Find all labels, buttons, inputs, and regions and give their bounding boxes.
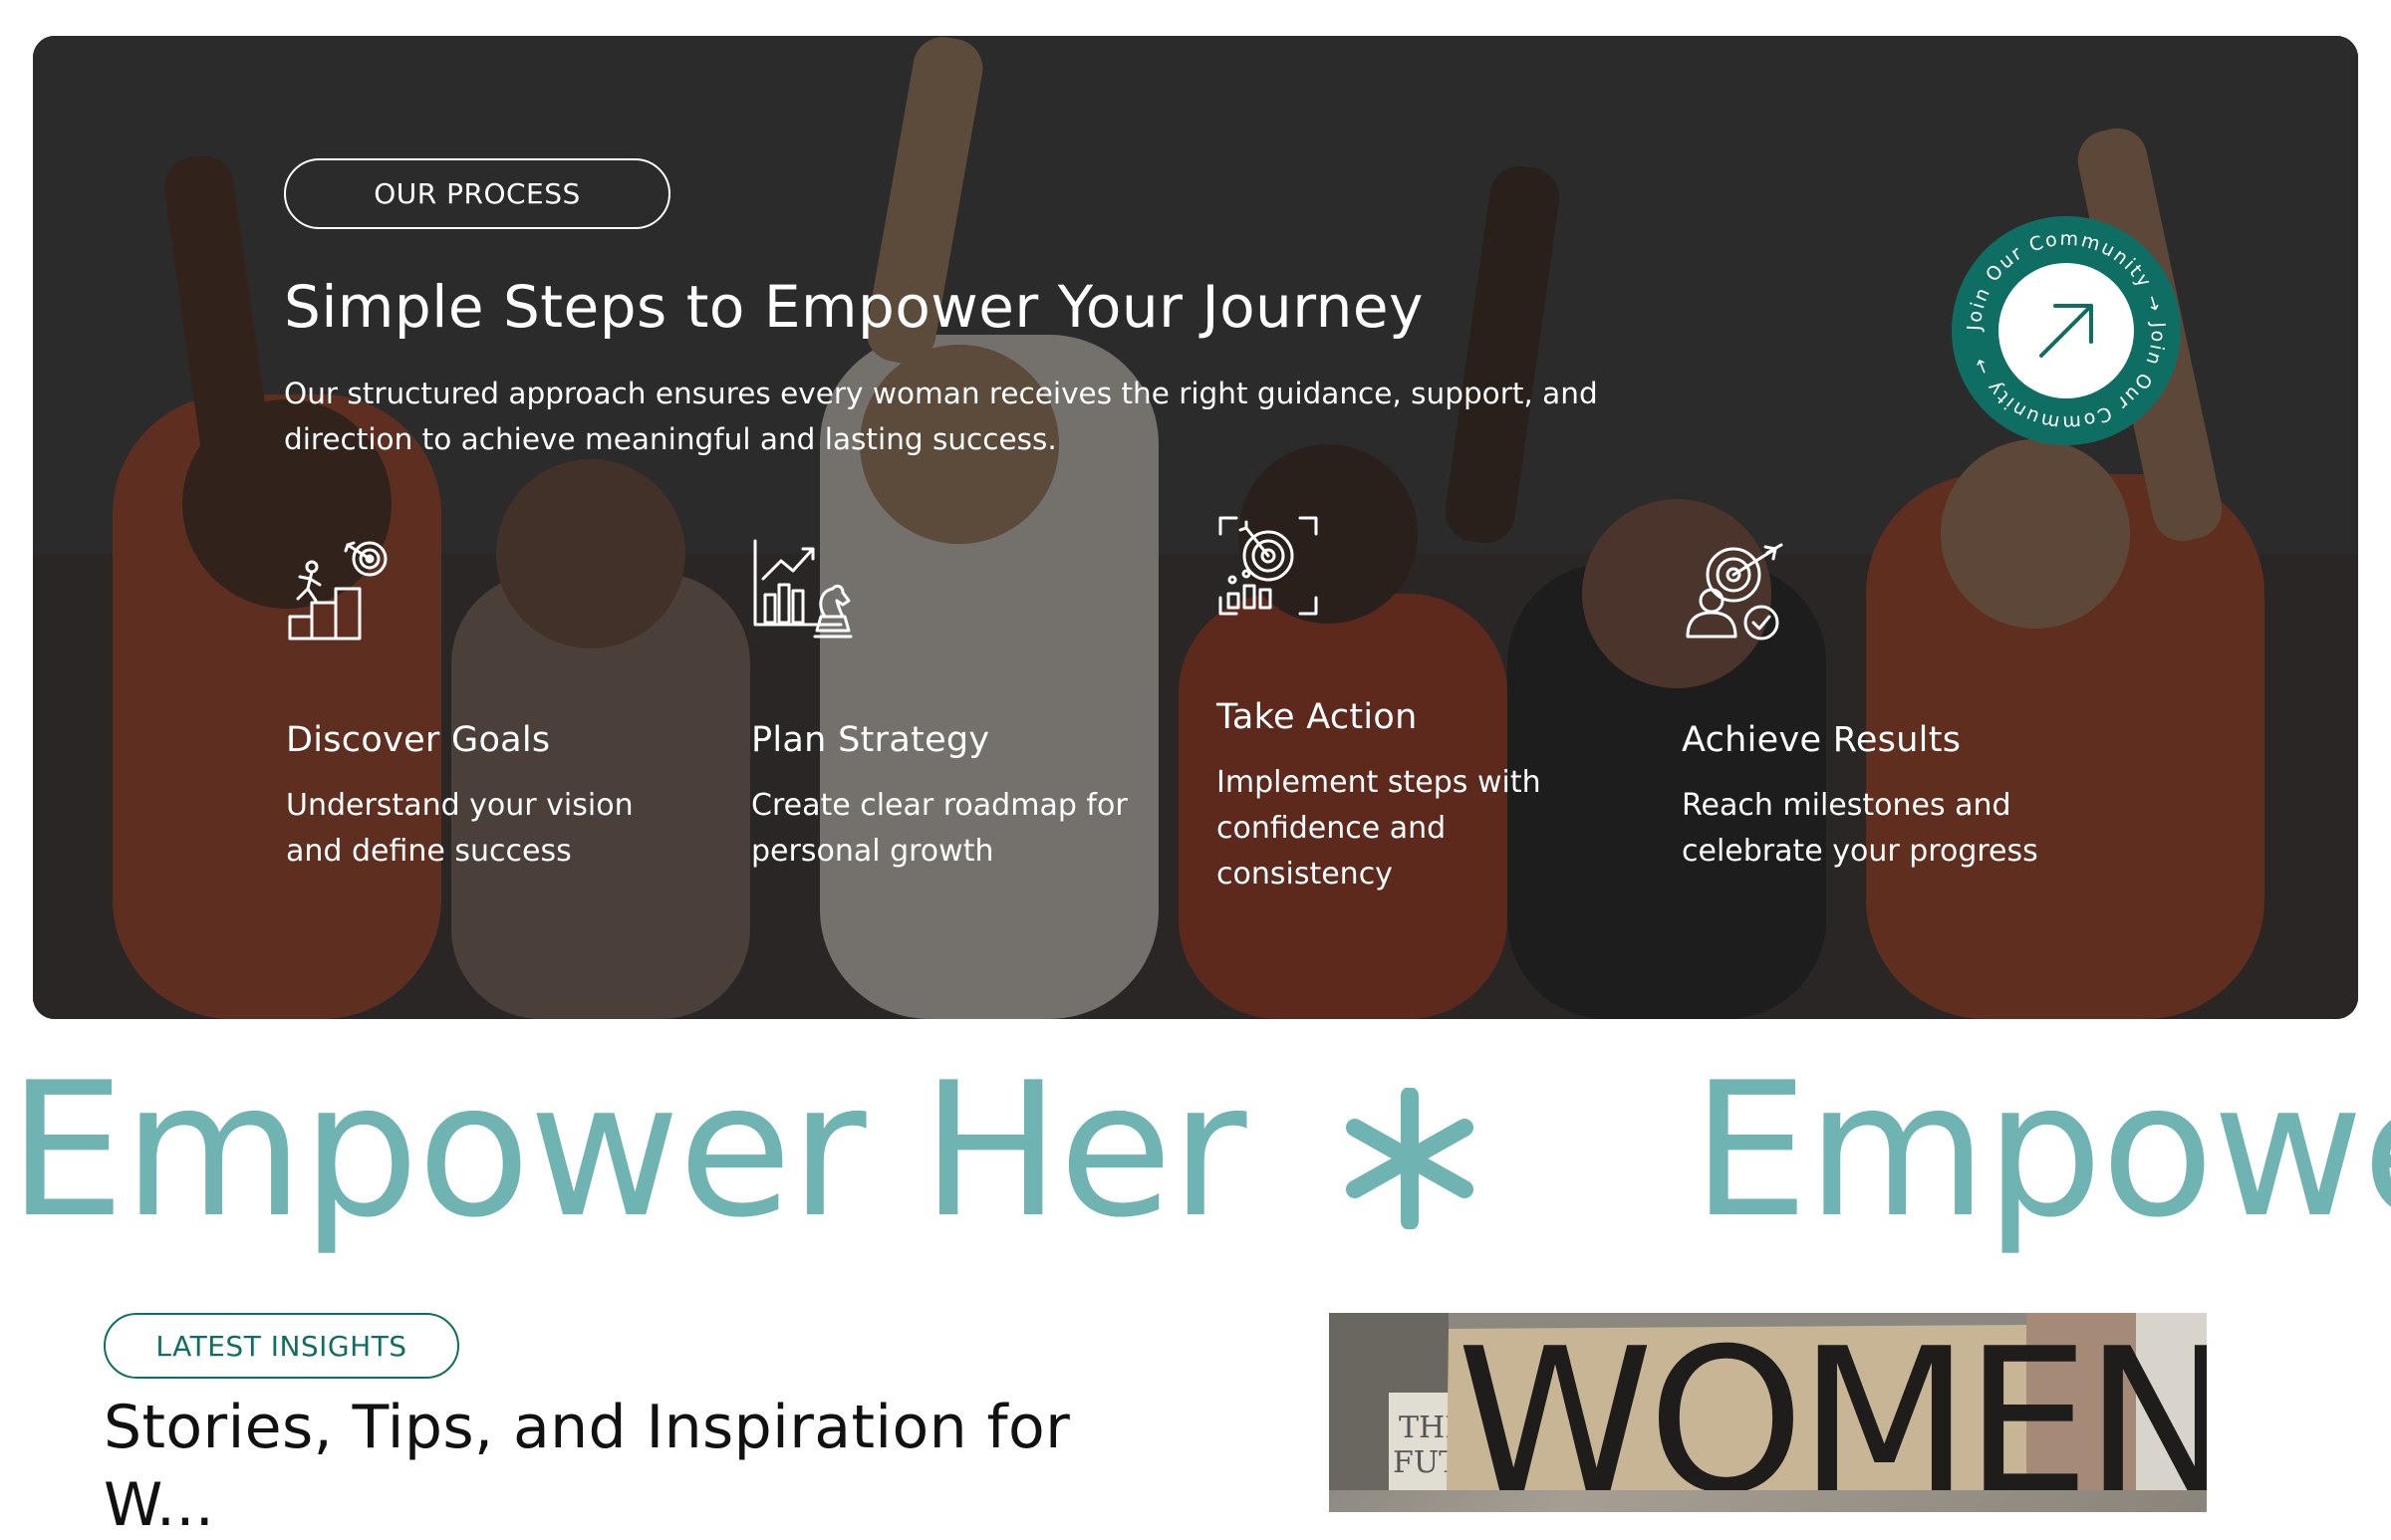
empower-her-marquee: Empower Her Empowe: [0, 1036, 2391, 1265]
asterisk-icon: [1346, 1088, 1473, 1229]
marquee-text: Empowe: [1692, 1042, 2391, 1258]
step-title: Take Action: [1216, 697, 1418, 737]
insights-title-continued: W...: [104, 1470, 215, 1540]
sign-text: WOMEN: [1457, 1313, 2207, 1490]
latest-insights-eyebrow: LATEST INSIGHTS: [104, 1313, 459, 1379]
marquee-text: Empower Her: [8, 1042, 1246, 1258]
step-title: Achieve Results: [1682, 720, 1962, 760]
women-protest-sign-image[interactable]: THE FUT WOMEN: [1329, 1313, 2207, 1512]
step-text: Understand your vision and define succes…: [286, 788, 634, 869]
step-text: Create clear roadmap for personal growth: [751, 788, 1128, 869]
step-discover-goals: Discover Goals Understand your vision an…: [286, 36, 704, 869]
insights-title: Stories, Tips, and Inspiration for: [104, 1393, 1071, 1462]
step-take-action: Take Action Implement steps with confide…: [1216, 36, 1635, 892]
step-plan-strategy: Plan Strategy Create clear roadmap for p…: [751, 36, 1170, 869]
target-person-check-icon: [1682, 539, 1785, 642]
goal-stairs-icon: [286, 539, 390, 642]
target-scan-icon: [1216, 514, 1320, 618]
step-text: Implement steps with confidence and cons…: [1216, 765, 1541, 892]
join-community-badge[interactable]: Join Our Community → Join Our Community …: [1952, 216, 2181, 445]
growth-chart-chess-icon: [751, 539, 855, 642]
step-title: Discover Goals: [286, 720, 551, 760]
step-title: Plan Strategy: [751, 720, 990, 760]
step-text: Reach milestones and celebrate your prog…: [1682, 788, 2038, 869]
process-section: OUR PROCESS Simple Steps to Empower Your…: [33, 36, 2358, 1019]
